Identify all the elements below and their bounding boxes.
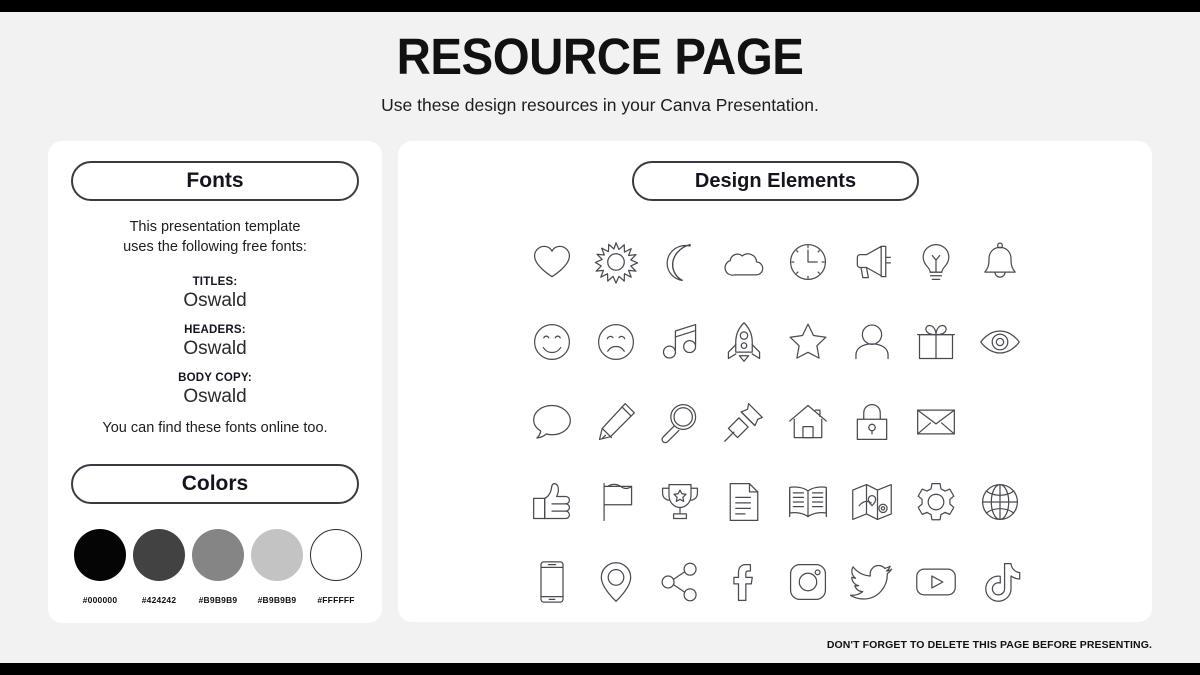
font-group-headers-label: HEADERS: [184,324,246,336]
page-subtitle: Use these design resources in your Canva… [381,95,819,115]
fonts-heading-label: Fonts [186,169,244,192]
fonts-intro-line-2: uses the following free fonts: [123,239,307,255]
colors-section-heading: Colors [71,464,359,504]
font-group-titles-value: Oswald [183,290,247,311]
smiley-sad-icon[interactable] [584,302,648,382]
envelope-icon[interactable] [904,382,968,462]
document-icon[interactable] [712,462,776,542]
top-black-bar [0,0,1200,12]
eye-icon[interactable] [968,302,1032,382]
font-group-body-copy: BODY COPY: Oswald [48,371,382,409]
color-swatch-dot [192,529,244,581]
open-book-icon[interactable] [776,462,840,542]
pushpin-icon[interactable] [712,382,776,462]
heart-icon[interactable] [520,222,584,302]
map-icon[interactable] [840,462,904,542]
speech-bubble-icon[interactable] [520,382,584,462]
fonts-intro-line-1: This presentation template [129,219,301,235]
facebook-icon[interactable] [712,542,776,622]
font-group-body-copy-value: Oswald [183,386,247,407]
colors-heading-label: Colors [181,472,249,495]
color-swatch-item[interactable]: #B9B9B9 [250,529,304,605]
icon-slot-empty [968,382,1032,462]
font-group-titles-label: TITLES: [192,276,238,288]
fonts-intro-text: This presentation template uses the foll… [48,217,382,257]
bell-icon[interactable] [968,222,1032,302]
tiktok-icon[interactable] [968,542,1032,622]
lock-icon[interactable] [840,382,904,462]
fonts-and-colors-card: Fonts This presentation template uses th… [48,141,382,623]
location-pin-icon[interactable] [584,542,648,622]
gear-icon[interactable] [904,462,968,542]
smartphone-icon[interactable] [520,542,584,622]
color-swatch-item[interactable]: #000000 [73,529,127,605]
magnifier-icon[interactable] [648,382,712,462]
color-swatch-hex-label: #FFFFFF [317,595,355,605]
font-group-body-copy-label: BODY COPY: [178,372,252,384]
flag-icon[interactable] [584,462,648,542]
font-group-titles: TITLES: Oswald [48,275,382,313]
music-note-icon[interactable] [648,302,712,382]
color-swatch-hex-label: #424242 [141,595,177,605]
star-icon[interactable] [776,302,840,382]
cloud-icon[interactable] [712,222,776,302]
trophy-icon[interactable] [648,462,712,542]
design-elements-icon-grid [520,222,1032,622]
color-swatch-item[interactable]: #424242 [132,529,186,605]
globe-icon[interactable] [968,462,1032,542]
pencil-icon[interactable] [584,382,648,462]
sun-icon[interactable] [584,222,648,302]
fonts-section-heading: Fonts [71,161,359,201]
smiley-happy-icon[interactable] [520,302,584,382]
clock-icon[interactable] [776,222,840,302]
lightbulb-icon[interactable] [904,222,968,302]
gift-icon[interactable] [904,302,968,382]
color-swatch-hex-label: #B9B9B9 [198,595,238,605]
font-group-headers: HEADERS: Oswald [48,323,382,361]
color-swatch-item[interactable]: #B9B9B9 [191,529,245,605]
share-icon[interactable] [648,542,712,622]
color-swatch-row: #000000 #424242 #B9B9B9 #B9B9B9 #FFFFFF [73,529,363,605]
color-swatch-hex-label: #000000 [82,595,118,605]
moon-icon[interactable] [648,222,712,302]
font-group-headers-value: Oswald [183,338,247,359]
instagram-icon[interactable] [776,542,840,622]
design-elements-heading: Design Elements [632,161,919,201]
color-swatch-dot [133,529,185,581]
house-icon[interactable] [776,382,840,462]
user-icon[interactable] [840,302,904,382]
color-swatch-dot [251,529,303,581]
megaphone-icon[interactable] [840,222,904,302]
color-swatch-dot [310,529,362,581]
rocket-icon[interactable] [712,302,776,382]
design-elements-heading-label: Design Elements [694,169,857,192]
footer-note: DON'T FORGET TO DELETE THIS PAGE BEFORE … [826,639,1152,651]
twitter-icon[interactable] [840,542,904,622]
color-swatch-item[interactable]: #FFFFFF [309,529,363,605]
fonts-outro-text: You can find these fonts online too. [102,420,328,436]
youtube-icon[interactable] [904,542,968,622]
design-elements-card: Design Elements [398,141,1152,622]
bottom-black-bar [0,663,1200,675]
page-title: RESOURCE PAGE [396,28,804,85]
color-swatch-dot [74,529,126,581]
thumbs-up-icon[interactable] [520,462,584,542]
color-swatch-hex-label: #B9B9B9 [257,595,297,605]
